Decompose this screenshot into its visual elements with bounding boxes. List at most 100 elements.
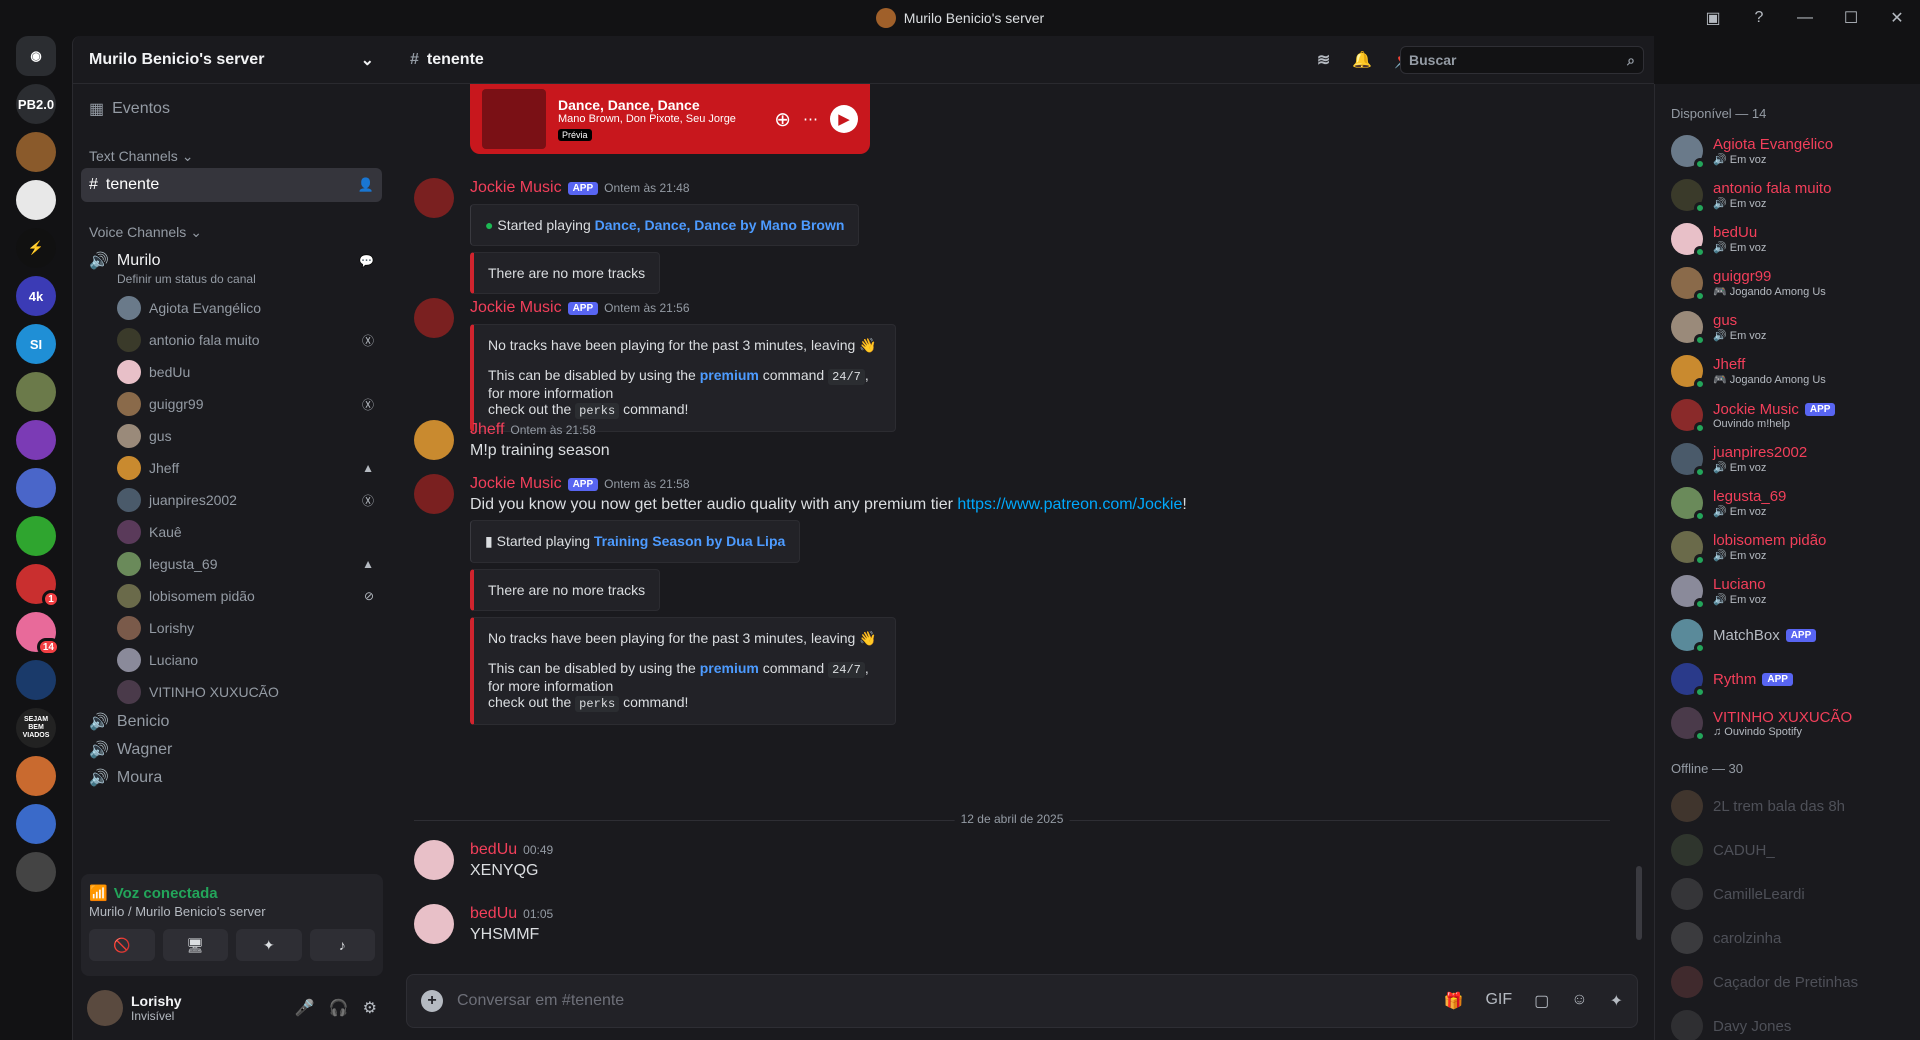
help-icon[interactable]: ? xyxy=(1736,0,1782,36)
voice-user[interactable]: Kauê xyxy=(81,516,382,548)
headphones-icon[interactable]: 🎧 xyxy=(329,998,349,1018)
member-item[interactable]: Rythm APP xyxy=(1671,657,1904,701)
member-item[interactable]: VITINHO XUXUCÃO ♫ Ouvindo Spotify xyxy=(1671,701,1904,745)
screen-share-button[interactable]: 🖥 xyxy=(162,929,228,961)
server-icon[interactable]: SI xyxy=(16,324,56,364)
author[interactable]: bedUu xyxy=(470,841,517,859)
server-icon[interactable]: SEJAM BEM VIADOS xyxy=(16,708,56,748)
server-icon[interactable] xyxy=(16,516,56,556)
premium-link[interactable]: premium xyxy=(700,367,759,383)
member-item[interactable]: juanpires2002 🔊 Em voz xyxy=(1671,437,1904,481)
voice-user[interactable]: legusta_69 ▲ xyxy=(81,548,382,580)
text-category[interactable]: Text Channels ⌄ xyxy=(81,144,382,168)
server-icon[interactable] xyxy=(16,660,56,700)
voice-channel[interactable]: 🔊 Moura xyxy=(81,764,382,792)
voice-user[interactable]: bedUu xyxy=(81,356,382,388)
camera-button[interactable]: 🚫 xyxy=(89,929,155,961)
avatar[interactable] xyxy=(414,840,454,880)
threads-icon[interactable]: ≋ xyxy=(1317,50,1330,70)
voice-user[interactable]: antonio fala muito Ⓧ xyxy=(81,324,382,356)
avatar[interactable] xyxy=(414,474,454,514)
composer-placeholder[interactable]: Conversar em #tenente xyxy=(457,992,624,1010)
server-icon[interactable] xyxy=(16,132,56,172)
member-item[interactable]: Luciano 🔊 Em voz xyxy=(1671,569,1904,613)
server-icon[interactable] xyxy=(16,420,56,460)
member-item[interactable]: CADUH_ xyxy=(1671,828,1904,872)
play-icon[interactable]: ▶ xyxy=(830,105,858,133)
voice-user[interactable]: Agiota Evangélico xyxy=(81,292,382,324)
server-icon[interactable]: 14 xyxy=(16,612,60,656)
channel-status[interactable]: Definir um status do canal xyxy=(81,272,382,286)
member-item[interactable]: 2L trem bala das 8h xyxy=(1671,784,1904,828)
member-item[interactable]: CamilleLeardi xyxy=(1671,872,1904,916)
gif-icon[interactable]: GIF xyxy=(1485,991,1512,1011)
channel-tenente[interactable]: # tenente 👤 xyxy=(81,168,382,202)
member-item[interactable]: Agiota Evangélico 🔊 Em voz xyxy=(1671,129,1904,173)
server-icon[interactable]: 4k xyxy=(16,276,56,316)
member-item[interactable]: bedUu 🔊 Em voz xyxy=(1671,217,1904,261)
author[interactable]: Jockie Music xyxy=(470,299,562,317)
apps-icon[interactable]: ✦ xyxy=(1610,991,1623,1011)
avatar[interactable] xyxy=(414,904,454,944)
member-item[interactable]: Jockie Music APP Ouvindo m!help xyxy=(1671,393,1904,437)
voice-user[interactable]: gus xyxy=(81,420,382,452)
avatar[interactable] xyxy=(414,420,454,460)
plus-icon[interactable]: + xyxy=(421,990,443,1012)
message-composer[interactable]: + Conversar em #tenente 🎁 GIF ▢ ☺ ✦ xyxy=(406,974,1638,1028)
track-link[interactable]: Dance, Dance, Dance by Mano Brown xyxy=(595,217,845,233)
voice-user[interactable]: juanpires2002 Ⓧ xyxy=(81,484,382,516)
voice-user[interactable]: Jheff ▲ xyxy=(81,452,382,484)
author[interactable]: Jheff xyxy=(470,421,504,439)
events-item[interactable]: ▦ Eventos xyxy=(81,92,382,126)
author[interactable]: bedUu xyxy=(470,905,517,923)
minimize-button[interactable]: — xyxy=(1782,0,1828,36)
gift-icon[interactable]: 🎁 xyxy=(1444,991,1464,1011)
premium-link[interactable]: premium xyxy=(700,660,759,676)
emoji-icon[interactable]: ☺ xyxy=(1571,991,1587,1011)
server-icon[interactable] xyxy=(16,852,56,892)
add-icon[interactable]: ⊕ xyxy=(774,107,791,132)
scrollbar[interactable] xyxy=(1636,866,1642,940)
bell-icon[interactable]: 🔔 xyxy=(1352,50,1372,70)
member-item[interactable]: Davy Jones xyxy=(1671,1004,1904,1040)
sticker-icon[interactable]: ▢ xyxy=(1534,991,1549,1011)
search-input[interactable]: Buscar ⌕ xyxy=(1400,46,1644,74)
add-member-icon[interactable]: 👤 xyxy=(358,177,374,193)
discord-home-icon[interactable]: ◉ xyxy=(16,36,56,76)
voice-user[interactable]: VITINHO XUXUCÃO xyxy=(81,676,382,708)
member-item[interactable]: Caçador de Pretinhas xyxy=(1671,960,1904,1004)
more-icon[interactable]: ⋯ xyxy=(803,110,818,128)
author[interactable]: Jockie Music xyxy=(470,179,562,197)
member-item[interactable]: antonio fala muito 🔊 Em voz xyxy=(1671,173,1904,217)
server-icon[interactable] xyxy=(16,804,56,844)
member-item[interactable]: carolzinha xyxy=(1671,916,1904,960)
member-item[interactable]: Jheff 🎮 Jogando Among Us xyxy=(1671,349,1904,393)
avatar[interactable] xyxy=(87,990,123,1026)
close-button[interactable]: ✕ xyxy=(1874,0,1920,36)
voice-user[interactable]: Lorishy xyxy=(81,612,382,644)
member-item[interactable]: legusta_69 🔊 Em voz xyxy=(1671,481,1904,525)
member-item[interactable]: gus 🔊 Em voz xyxy=(1671,305,1904,349)
author[interactable]: Jockie Music xyxy=(470,475,562,493)
inbox-icon[interactable]: ▣ xyxy=(1690,0,1736,36)
gear-icon[interactable]: ⚙ xyxy=(363,998,377,1018)
voice-user[interactable]: Luciano xyxy=(81,644,382,676)
member-item[interactable]: lobisomem pidão 🔊 Em voz xyxy=(1671,525,1904,569)
voice-channel[interactable]: 🔊 Benicio xyxy=(81,708,382,736)
soundboard-button[interactable]: ♪ xyxy=(309,929,375,961)
server-icon[interactable]: ⚡ xyxy=(16,228,56,268)
voice-user[interactable]: guiggr99 Ⓧ xyxy=(81,388,382,420)
chat-icon[interactable]: 💬 xyxy=(359,254,374,268)
server-icon[interactable] xyxy=(16,468,56,508)
server-icon[interactable] xyxy=(16,756,56,796)
server-icon[interactable] xyxy=(16,372,56,412)
server-header[interactable]: Murilo Benicio's server ⌄ xyxy=(73,36,390,84)
avatar[interactable] xyxy=(414,178,454,218)
avatar[interactable] xyxy=(414,298,454,338)
server-icon[interactable]: PB2.0 xyxy=(16,84,56,124)
activities-button[interactable]: ✦ xyxy=(236,929,302,961)
voice-category[interactable]: Voice Channels ⌄ xyxy=(81,220,382,244)
member-item[interactable]: guiggr99 🎮 Jogando Among Us xyxy=(1671,261,1904,305)
voice-user[interactable]: lobisomem pidão ⊘ xyxy=(81,580,382,612)
track-link[interactable]: Training Season by Dua Lipa xyxy=(594,533,785,549)
